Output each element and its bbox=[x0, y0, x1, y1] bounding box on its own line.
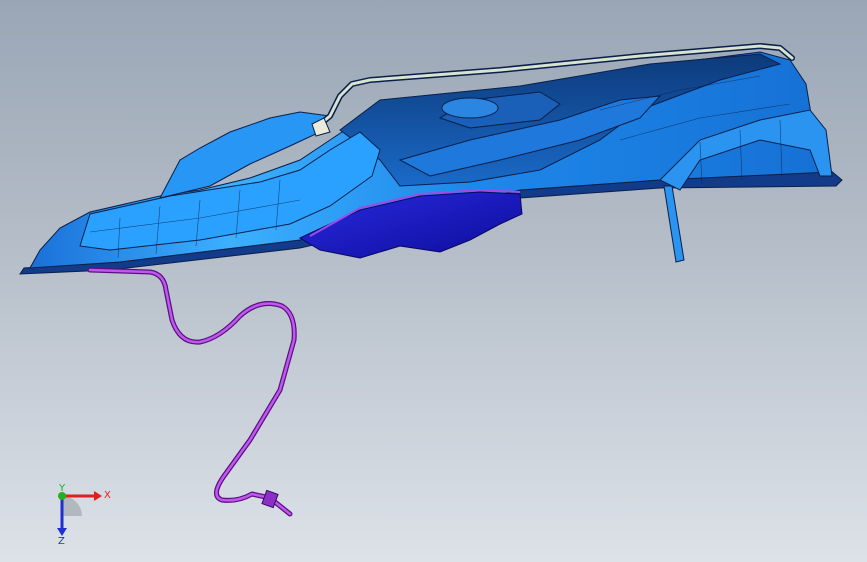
x-axis-label: X bbox=[104, 490, 111, 501]
coordinate-triad: X Y Z bbox=[57, 483, 111, 546]
graphics-viewport[interactable]: X Y Z bbox=[0, 0, 867, 562]
z-axis-label: Z bbox=[58, 536, 65, 546]
3d-model-view[interactable] bbox=[0, 0, 867, 562]
y-axis-label: Y bbox=[58, 483, 66, 494]
purple-tube[interactable] bbox=[87, 267, 297, 517]
